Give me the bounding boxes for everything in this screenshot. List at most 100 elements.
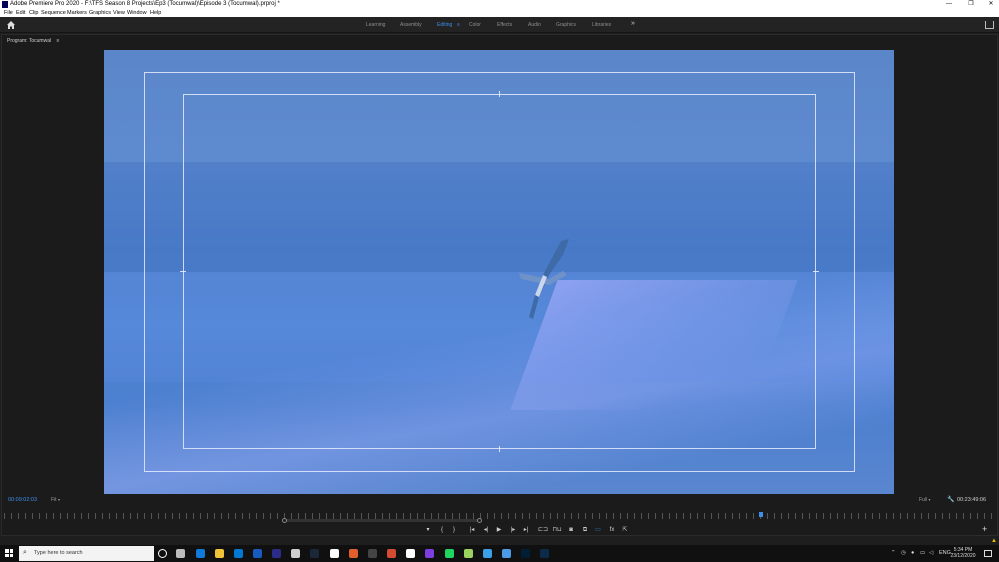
- photoshop-icon[interactable]: [521, 549, 530, 558]
- lightroom-icon[interactable]: [540, 549, 549, 558]
- app-icon[interactable]: [387, 549, 396, 558]
- workspace-assembly[interactable]: Assembly: [400, 22, 422, 28]
- workspace-menu-icon[interactable]: ≡: [457, 22, 460, 28]
- zoom-scroll-bar[interactable]: [282, 518, 482, 523]
- multicam-button[interactable]: ⇱: [620, 525, 630, 535]
- steam-icon[interactable]: [310, 549, 319, 558]
- warning-icon[interactable]: ▲: [991, 538, 997, 544]
- playhead-timecode[interactable]: 00:09:02:03: [8, 497, 37, 503]
- zoom-handle-left[interactable]: [282, 518, 287, 523]
- maximize-button[interactable]: ❐: [964, 0, 978, 9]
- more-workspaces-icon[interactable]: »: [631, 20, 635, 27]
- spotify-icon[interactable]: [445, 549, 454, 558]
- app-icon[interactable]: [291, 549, 300, 558]
- home-icon[interactable]: [6, 20, 16, 30]
- resolution-value: Full: [919, 497, 928, 503]
- title-safe-margin: [183, 94, 816, 449]
- workspace-audio[interactable]: Audio: [528, 22, 541, 28]
- chevron-down-icon: ▾: [928, 497, 931, 502]
- cortana-icon[interactable]: [158, 549, 167, 558]
- extract-button[interactable]: ⊓⊔: [552, 525, 562, 535]
- premiere-app-icon: [2, 1, 8, 8]
- outlook-icon[interactable]: [234, 549, 243, 558]
- mark-out-button[interactable]: }: [449, 525, 459, 535]
- play-button[interactable]: ▶: [494, 525, 504, 535]
- safe-margins-button[interactable]: ▭: [593, 525, 603, 535]
- fx-toggle-button[interactable]: fx: [607, 525, 617, 535]
- workspace-color[interactable]: Color: [469, 22, 481, 28]
- comparison-view-button[interactable]: ⧉: [580, 525, 590, 535]
- menu-sequence[interactable]: Sequence: [41, 9, 66, 17]
- chevron-down-icon: ▾: [57, 497, 60, 502]
- brave-icon[interactable]: [349, 549, 358, 558]
- menu-view[interactable]: View: [113, 9, 125, 17]
- windows-taskbar: ⌕ Type here to search ⌃ ◷ ● ▭ ◁ ENG 5:34…: [0, 545, 999, 562]
- workspace-effects[interactable]: Effects: [497, 22, 512, 28]
- go-to-in-button[interactable]: |◂: [467, 525, 477, 535]
- lift-button[interactable]: ⊏⊐: [538, 525, 548, 535]
- app-icon[interactable]: [425, 549, 434, 558]
- file-explorer-icon[interactable]: [215, 549, 224, 558]
- settings-wrench-icon[interactable]: 🔧: [947, 496, 954, 503]
- notification-center-icon[interactable]: [984, 550, 992, 557]
- menu-graphics[interactable]: Graphics: [89, 9, 111, 17]
- program-monitor-tab-label: Program: Tocumwal: [7, 38, 52, 44]
- tray-network-icon[interactable]: ◷: [901, 550, 906, 556]
- app-icon[interactable]: [464, 549, 473, 558]
- notepad-icon[interactable]: [330, 549, 339, 558]
- menu-clip[interactable]: Clip: [29, 9, 38, 17]
- menu-window[interactable]: Window: [127, 9, 147, 17]
- menu-file[interactable]: File: [4, 9, 13, 17]
- mark-in-button[interactable]: {: [437, 525, 447, 535]
- clock-date: 23/12/2020: [950, 553, 976, 559]
- menu-help[interactable]: Help: [150, 9, 161, 17]
- zoom-level-value: Fit: [51, 497, 57, 503]
- export-frame-button[interactable]: ◙: [566, 525, 576, 535]
- center-tick-bottom: [499, 446, 500, 452]
- zoom-handle-right[interactable]: [477, 518, 482, 523]
- tray-chevron-icon[interactable]: ⌃: [891, 550, 896, 556]
- center-tick-right: [813, 271, 819, 272]
- transport-controls: ▾ { } |◂ ◂| ▶ |▸ ▸| ⊏⊐ ⊓⊔ ◙ ⧉ ▭ fx ⇱: [0, 525, 999, 535]
- edge-icon[interactable]: [196, 549, 205, 558]
- step-forward-button[interactable]: |▸: [508, 525, 518, 535]
- go-to-out-button[interactable]: ▸|: [521, 525, 531, 535]
- program-monitor-tab[interactable]: Program: Tocumwal ≡: [7, 38, 59, 44]
- zoom-level-select[interactable]: Fit ▾: [51, 497, 60, 503]
- playhead-marker[interactable]: [759, 512, 763, 517]
- search-icon: ⌕: [23, 549, 27, 556]
- workspace-editing[interactable]: Editing: [437, 22, 452, 28]
- workspace-libraries[interactable]: Libraries: [592, 22, 611, 28]
- resolution-select[interactable]: Full ▾: [919, 497, 930, 503]
- add-marker-button[interactable]: ▾: [423, 525, 433, 535]
- workspace-graphics[interactable]: Graphics: [556, 22, 576, 28]
- workspace-learning[interactable]: Learning: [366, 22, 385, 28]
- app-icon[interactable]: [406, 549, 415, 558]
- app-icon[interactable]: [502, 549, 511, 558]
- title-bar: Adobe Premiere Pro 2020 - F:\TFS Season …: [0, 0, 999, 9]
- menu-edit[interactable]: Edit: [16, 9, 25, 17]
- menu-markers[interactable]: Markers: [67, 9, 87, 17]
- tray-battery-icon[interactable]: ▭: [920, 550, 925, 556]
- search-placeholder: Type here to search: [34, 550, 83, 556]
- word-icon[interactable]: [253, 549, 262, 558]
- panel-menu-icon[interactable]: ≡: [56, 38, 59, 44]
- menu-bar: File Edit Clip Sequence Markers Graphics…: [0, 9, 999, 17]
- minimize-button[interactable]: —: [942, 0, 956, 9]
- close-button[interactable]: ✕: [984, 0, 998, 9]
- tray-volume-icon[interactable]: ◁: [929, 550, 933, 556]
- task-view-icon[interactable]: [176, 549, 185, 558]
- center-tick-top: [499, 91, 500, 97]
- tray-mic-icon[interactable]: ●: [911, 550, 914, 556]
- time-ruler[interactable]: [4, 513, 995, 519]
- button-editor-add-button[interactable]: +: [982, 524, 987, 534]
- step-back-button[interactable]: ◂|: [481, 525, 491, 535]
- app-icon[interactable]: [483, 549, 492, 558]
- app-icon[interactable]: [368, 549, 377, 558]
- premiere-taskbar-icon[interactable]: [272, 549, 281, 558]
- taskbar-clock[interactable]: 5:34 PM 23/12/2020: [950, 547, 976, 559]
- workspaces-bar: Learning Assembly Editing ≡ Color Effect…: [0, 17, 999, 33]
- windows-start-icon[interactable]: [5, 549, 13, 557]
- taskbar-search-input[interactable]: ⌕ Type here to search: [19, 546, 154, 561]
- quick-export-icon[interactable]: [985, 21, 994, 29]
